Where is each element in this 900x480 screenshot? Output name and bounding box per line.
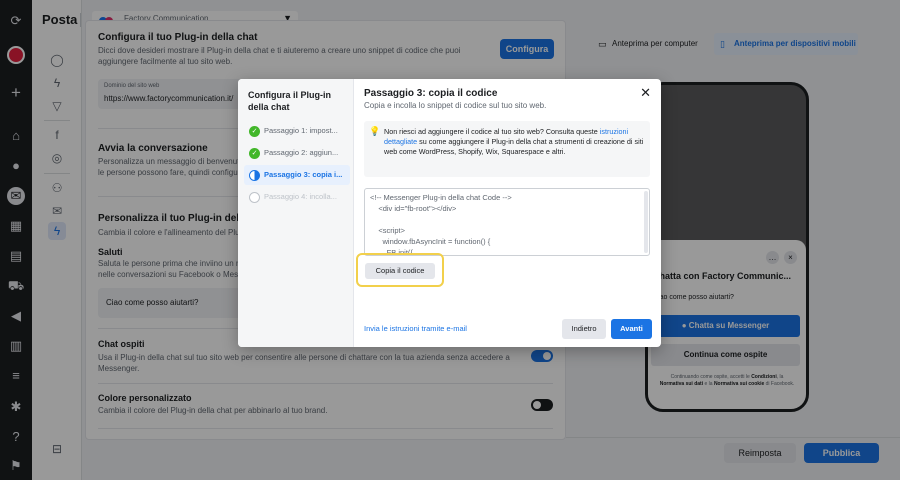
step-label: Passaggio 4: incolla... [264,192,337,201]
scrollbar[interactable] [644,191,648,253]
pending-icon [249,192,260,203]
check-icon: ✓ [249,148,260,159]
step-2[interactable]: ✓ Passaggio 2: aggiun... [244,143,350,163]
help-notice: 💡 Non riesci ad aggiungere il codice al … [364,121,650,177]
close-icon[interactable]: ✕ [640,85,651,101]
wizard-steps-panel: Configura il Plug-in della chat ✓ Passag… [238,79,354,347]
help-text-part: Non riesci ad aggiungere il codice al tu… [384,127,598,136]
back-button[interactable]: Indietro [562,319,606,339]
code-snippet-box[interactable]: <!-- Messenger Plug-in della chat Code -… [364,188,650,256]
modal-footer: Invia le istruzioni tramite e-mail Indie… [354,305,661,347]
lightbulb-icon: 💡 [369,126,381,136]
wizard-content: Passaggio 3: copia il codice Copia e inc… [354,79,661,347]
help-text-part: su come aggiungere il Plug-in della chat… [384,137,644,156]
copy-code-button[interactable]: Copia il codice [365,263,435,279]
wizard-title: Configura il Plug-in della chat [248,90,331,112]
modal-title: Passaggio 3: copia il codice [364,88,498,99]
modal-subtitle: Copia e incolla lo snippet di codice sul… [364,101,547,110]
check-icon: ✓ [249,126,260,137]
code-snippet: <!-- Messenger Plug-in della chat Code -… [370,193,512,256]
email-instructions-link[interactable]: Invia le istruzioni tramite e-mail [364,324,467,333]
step-label: Passaggio 1: impost... [264,126,338,135]
copy-button-highlight: Copia il codice [356,253,444,287]
setup-wizard-modal: Configura il Plug-in della chat ✓ Passag… [238,79,661,347]
help-text: Non riesci ad aggiungere il codice al tu… [384,127,646,157]
step-1[interactable]: ✓ Passaggio 1: impost... [244,121,350,141]
step-3[interactable]: Passaggio 3: copia i... [244,165,350,185]
step-4[interactable]: Passaggio 4: incolla... [244,187,350,207]
step-label: Passaggio 2: aggiun... [264,148,339,157]
progress-icon [249,170,260,181]
next-button[interactable]: Avanti [611,319,652,339]
step-label: Passaggio 3: copia i... [264,170,343,179]
